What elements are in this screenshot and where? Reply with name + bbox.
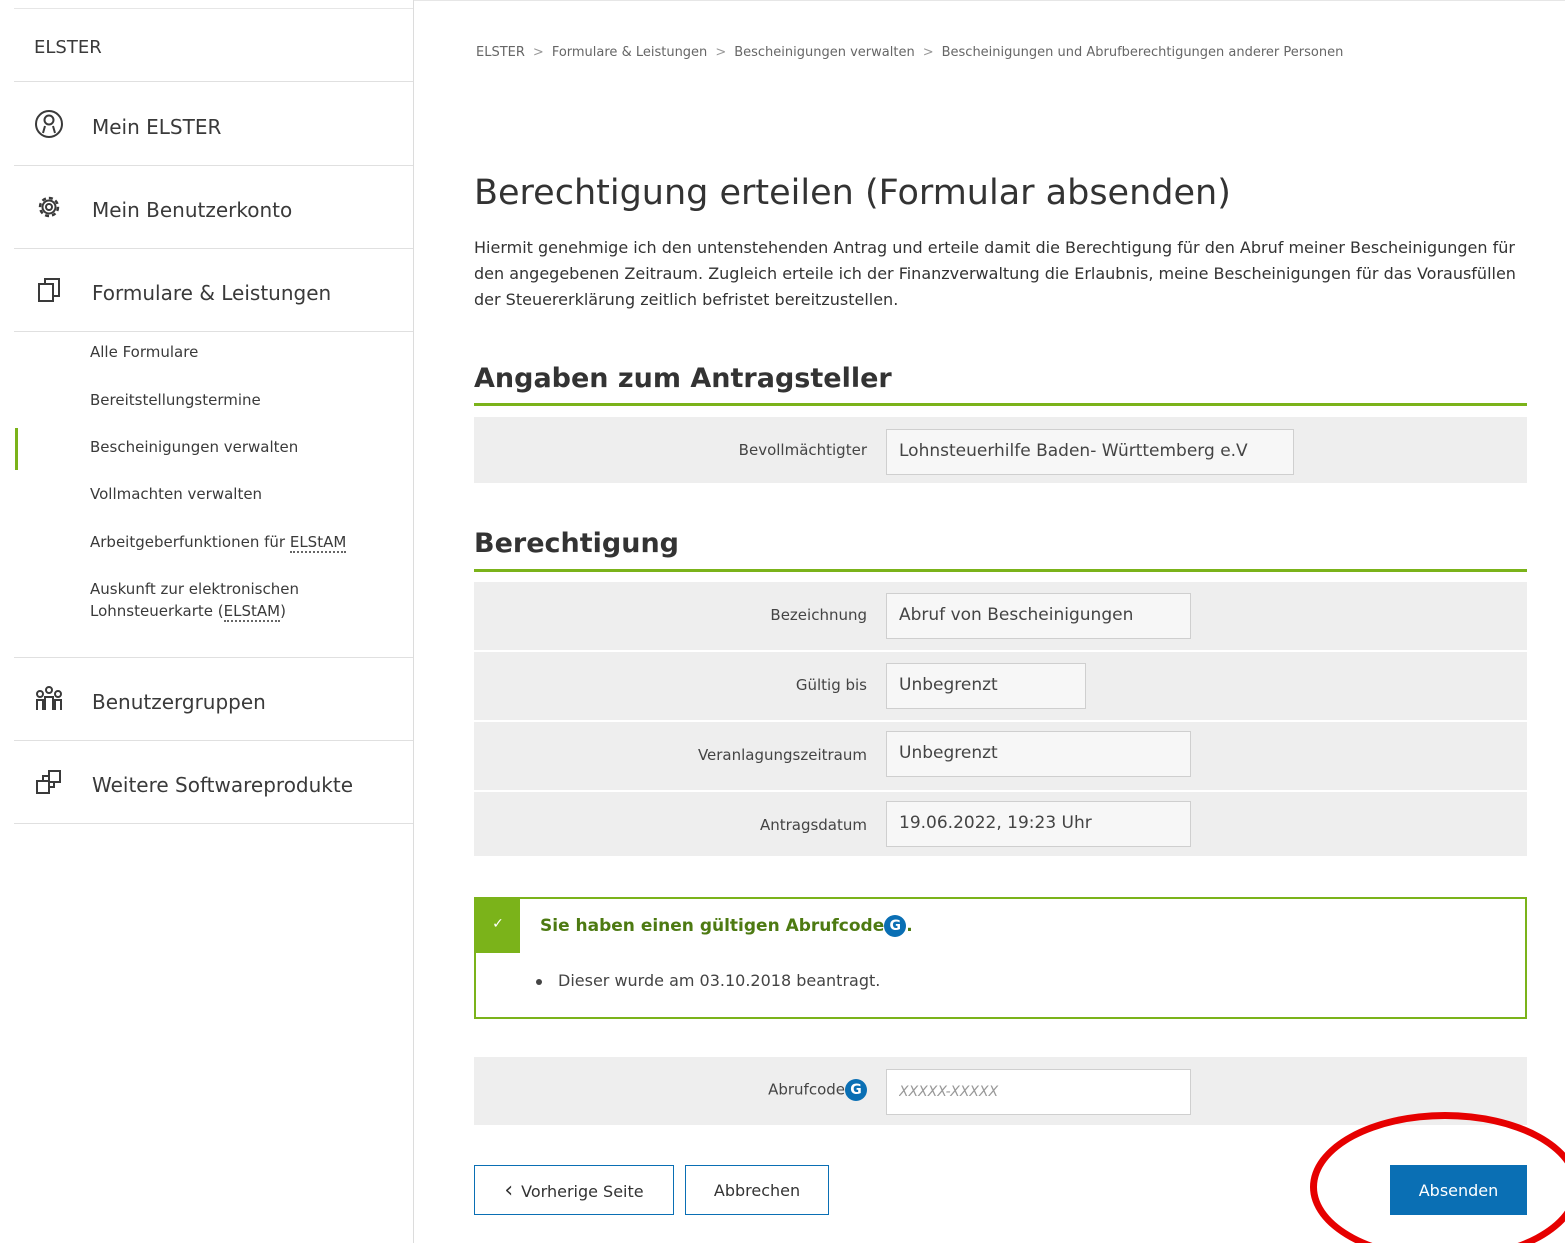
breadcrumb-separator: > xyxy=(715,45,727,60)
abrufcode-label: Abrufcode xyxy=(768,1080,845,1099)
sidebar-item-formulare-leistungen[interactable]: Formulare & Leistungen xyxy=(14,249,413,332)
form-row-abrufcode: Abrufcode G xyxy=(474,1057,1527,1125)
bevollmaechtigter-field: Lohnsteuerhilfe Baden- Württemberg e.V xyxy=(886,429,1294,475)
sidebar-subitem-alle-formulare[interactable]: Alle Formulare xyxy=(90,343,198,361)
sidebar-subitem-vollmachten-verwalten[interactable]: Vollmachten verwalten xyxy=(90,485,262,503)
notice-item-text: Dieser wurde am 03.10.2018 beantragt. xyxy=(558,971,881,990)
active-indicator xyxy=(15,428,18,470)
field-label: Bezeichnung xyxy=(770,606,867,624)
sidebar-item-label: Mein Benutzerkonto xyxy=(92,198,293,222)
gueltig-bis-field: Unbegrenzt xyxy=(886,663,1086,709)
sidebar-item-benutzergruppen[interactable]: Benutzergruppen xyxy=(14,658,413,741)
sidebar: ELSTER Mein ELSTER Mein Benutzerkonto Fo… xyxy=(0,0,414,1243)
sidebar-subitem-arbeitgeberfunktionen[interactable]: Arbeitgeberfunktionen für ELStAM xyxy=(90,533,347,553)
sidebar-brand[interactable]: ELSTER xyxy=(14,8,413,82)
section-divider xyxy=(474,403,1527,406)
field-label: Bevollmächtigter xyxy=(738,441,867,459)
subitem-text: Arbeitgeberfunktionen für xyxy=(90,533,290,551)
sidebar-subitem-bereitstellungstermine[interactable]: Bereitstellungstermine xyxy=(90,391,261,409)
intro-text: Hiermit genehmige ich den untenstehenden… xyxy=(474,238,1516,309)
breadcrumb-item-formulare[interactable]: Formulare & Leistungen xyxy=(552,45,708,60)
form-row-gueltig-bis: Gültig bis Unbegrenzt xyxy=(474,652,1527,720)
subitem-text-suffix: ) xyxy=(280,602,286,620)
bezeichnung-field: Abruf von Bescheinigungen xyxy=(886,593,1191,639)
field-label: Antragsdatum xyxy=(759,816,867,834)
sidebar-item-label: Benutzergruppen xyxy=(92,690,266,714)
elstam-abbreviation: ELStAM xyxy=(223,602,281,622)
field-label: Gültig bis xyxy=(795,676,867,694)
breadcrumb-item-bescheinigungen[interactable]: Bescheinigungen verwalten xyxy=(734,45,914,60)
bullet-icon xyxy=(536,978,542,985)
sidebar-item-mein-benutzerkonto[interactable]: Mein Benutzerkonto xyxy=(14,166,413,249)
sidebar-item-weitere-softwareprodukte[interactable]: Weitere Softwareprodukte xyxy=(14,741,413,824)
button-label: Vorherige Seite xyxy=(521,1181,644,1201)
breadcrumb-separator: > xyxy=(922,45,934,60)
sidebar-item-label: Weitere Softwareprodukte xyxy=(92,773,354,797)
form-row-bevollmaechtigter: Bevollmächtigter Lohnsteuerhilfe Baden- … xyxy=(474,417,1527,483)
sidebar-subitem-bescheinigungen-verwalten[interactable]: Bescheinigungen verwalten xyxy=(90,438,298,456)
documents-icon xyxy=(38,278,60,302)
chevron-left-icon: ‹ xyxy=(504,1177,514,1203)
section-heading-antragsteller: Angaben zum Antragsteller xyxy=(474,363,892,394)
field-label: Abrufcode G xyxy=(768,1079,867,1101)
veranlagungszeitraum-field: Unbegrenzt xyxy=(886,731,1191,777)
notice-title-suffix: . xyxy=(906,916,913,936)
brand-label: ELSTER xyxy=(34,37,102,58)
breadcrumb-item-elster[interactable]: ELSTER xyxy=(476,45,525,60)
glossary-icon[interactable]: G xyxy=(845,1079,867,1101)
sidebar-item-label: Mein ELSTER xyxy=(92,115,222,139)
main-content: ELSTER > Formulare & Leistungen > Bescheinig… xyxy=(414,0,1565,1243)
antragsdatum-field: 19.06.2022, 19:23 Uhr xyxy=(886,801,1191,847)
breadcrumb: ELSTER > Formulare & Leistungen > Bescheinig… xyxy=(476,45,1343,60)
form-row-bezeichnung: Bezeichnung Abruf von Bescheinigungen xyxy=(474,582,1527,650)
success-notice: ✓ Sie haben einen gültigen Abrufcode G. D… xyxy=(474,897,1527,1019)
checkmark-icon: ✓ xyxy=(476,899,520,953)
page-title: Berechtigung erteilen (Formular absenden… xyxy=(474,173,1231,213)
user-circle-icon xyxy=(35,110,63,138)
notice-title: Sie haben einen gültigen Abrufcode G. xyxy=(540,915,913,937)
user-group-icon xyxy=(36,686,62,710)
sidebar-subitem-auskunft[interactable]: Auskunft zur elektronischen Lohnsteuerkar… xyxy=(90,578,299,622)
notice-list-item: Dieser wurde am 03.10.2018 beantragt. xyxy=(536,971,880,990)
previous-page-button[interactable]: ‹ Vorherige Seite xyxy=(474,1165,674,1215)
form-row-veranlagungszeitraum: Veranlagungszeitraum Unbegrenzt xyxy=(474,722,1527,790)
section-divider xyxy=(474,569,1527,572)
subitem-text-line1: Auskunft zur elektronischen xyxy=(90,580,299,598)
breadcrumb-separator: > xyxy=(532,45,544,60)
software-products-icon xyxy=(36,770,61,794)
cancel-button[interactable]: Abbrechen xyxy=(685,1165,829,1215)
gear-icon xyxy=(38,196,60,218)
elstam-abbreviation: ELStAM xyxy=(289,533,347,553)
sidebar-item-label: Formulare & Leistungen xyxy=(92,281,332,305)
submit-button[interactable]: Absenden xyxy=(1390,1165,1527,1215)
breadcrumb-item-current: Bescheinigungen und Abrufberechtigungen … xyxy=(941,45,1344,60)
field-label: Veranlagungszeitraum xyxy=(697,746,867,764)
abrufcode-input[interactable] xyxy=(886,1069,1191,1115)
sidebar-item-mein-elster[interactable]: Mein ELSTER xyxy=(14,83,413,166)
glossary-icon[interactable]: G xyxy=(884,915,907,937)
form-row-antragsdatum: Antragsdatum 19.06.2022, 19:23 Uhr xyxy=(474,792,1527,856)
section-heading-berechtigung: Berechtigung xyxy=(474,528,680,559)
subitem-text-line2: Lohnsteuerkarte ( xyxy=(90,602,224,620)
notice-title-text: Sie haben einen gültigen Abrufcode xyxy=(540,916,885,936)
